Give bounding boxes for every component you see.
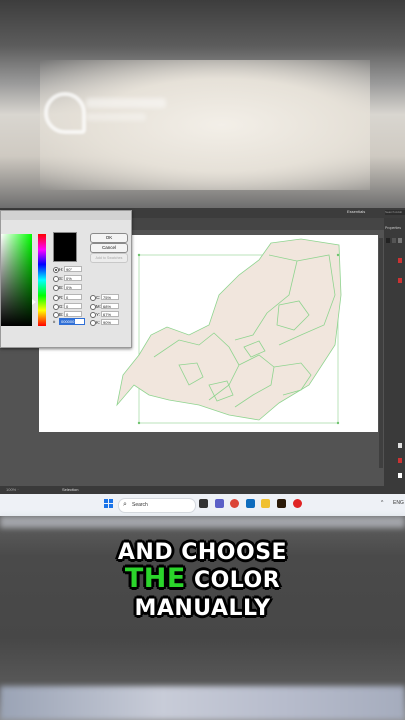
panel-icon[interactable] bbox=[392, 238, 396, 243]
hex-value: 000000 bbox=[60, 319, 76, 324]
windows-taskbar: ⌕ Search ^ ENG bbox=[0, 494, 405, 516]
windows-start-icon[interactable] bbox=[104, 499, 114, 509]
caption-line-2-rest: COLOR bbox=[193, 568, 281, 593]
swatch-icon[interactable] bbox=[398, 278, 402, 283]
blue-input[interactable]: 0 bbox=[64, 311, 82, 317]
hue-marker-icon[interactable] bbox=[32, 299, 36, 305]
blurred-logo-text bbox=[86, 98, 166, 108]
language-indicator[interactable]: ENG bbox=[393, 500, 404, 506]
blurred-logo bbox=[44, 92, 86, 134]
task-view-icon[interactable] bbox=[199, 499, 208, 508]
caption-line-1: AND CHOOSE bbox=[117, 540, 288, 565]
field-label: G: bbox=[59, 304, 64, 309]
dialog-title-bar[interactable] bbox=[1, 211, 131, 220]
field-label: B: bbox=[59, 312, 64, 317]
blurred-logo-text-2 bbox=[86, 113, 146, 121]
caption-highlight: THE bbox=[124, 563, 186, 594]
tray-overflow-icon[interactable]: ^ bbox=[381, 500, 383, 506]
illustrator-icon[interactable] bbox=[277, 499, 286, 508]
hue-input[interactable]: 90° bbox=[64, 266, 82, 272]
black-input[interactable]: 90% bbox=[101, 319, 119, 325]
stock-search-input[interactable]: Search Adob bbox=[385, 210, 405, 215]
color-field[interactable] bbox=[1, 234, 32, 326]
field-label: B: bbox=[59, 285, 64, 290]
cyan-input[interactable]: 75% bbox=[101, 294, 119, 300]
swatch-icon[interactable] bbox=[398, 443, 402, 448]
taskbar-search-placeholder: Search bbox=[132, 502, 148, 508]
app-icon[interactable] bbox=[293, 499, 302, 508]
field-label: H: bbox=[59, 267, 64, 272]
blurred-glow bbox=[40, 60, 370, 190]
field-label: C: bbox=[96, 295, 101, 300]
blurred-top-background bbox=[0, 0, 405, 208]
yellow-input[interactable]: 67% bbox=[101, 311, 119, 317]
search-icon: ⌕ bbox=[123, 501, 127, 508]
caption-line-3: MANUALLY bbox=[134, 596, 271, 621]
properties-panel: Properties bbox=[384, 218, 405, 494]
brightness-input[interactable]: 0% bbox=[64, 284, 82, 290]
vertical-scrollbar[interactable] bbox=[379, 238, 383, 468]
magenta-input[interactable]: 68% bbox=[101, 303, 119, 309]
swatch-icon[interactable] bbox=[398, 473, 402, 478]
blurred-taskbar bbox=[0, 516, 405, 528]
map-shape-outline bbox=[116, 238, 342, 421]
panel-icon[interactable] bbox=[398, 238, 402, 243]
teams-icon[interactable] bbox=[215, 499, 224, 508]
file-explorer-icon[interactable] bbox=[261, 499, 270, 508]
chrome-icon[interactable] bbox=[230, 499, 239, 508]
status-tool-label: Selection bbox=[62, 487, 79, 492]
hue-slider[interactable] bbox=[38, 234, 46, 326]
swatch-icon[interactable] bbox=[398, 258, 402, 263]
color-picker-dialog: OK Cancel Add to Swatches H: 90° S: 0% B… bbox=[0, 210, 132, 348]
edge-icon[interactable] bbox=[246, 499, 255, 508]
field-label: K: bbox=[96, 320, 101, 325]
workspace-switcher[interactable]: Essentials bbox=[347, 209, 365, 214]
green-input[interactable]: 0 bbox=[64, 303, 82, 309]
zoom-readout: 100% · bbox=[6, 487, 19, 492]
ok-button[interactable]: OK bbox=[90, 233, 128, 243]
cancel-button[interactable]: Cancel bbox=[90, 243, 128, 253]
caption-line-2: THE COLOR bbox=[0, 563, 405, 594]
taskbar-search-input[interactable]: ⌕ Search bbox=[118, 498, 196, 513]
field-label: Y: bbox=[96, 312, 100, 317]
saturation-input[interactable]: 0% bbox=[64, 275, 82, 281]
panel-icon[interactable] bbox=[386, 238, 390, 243]
hex-input[interactable]: 000000 bbox=[59, 318, 85, 325]
blurred-bottom-strip bbox=[0, 686, 405, 720]
red-input[interactable]: 0 bbox=[64, 294, 82, 300]
field-label: S: bbox=[59, 276, 64, 281]
field-label: R: bbox=[59, 295, 64, 300]
add-to-swatches-button[interactable]: Add to Swatches bbox=[90, 253, 128, 263]
current-color-swatch bbox=[53, 232, 77, 262]
properties-panel-title: Properties bbox=[385, 226, 401, 230]
hex-label: # bbox=[53, 319, 56, 324]
swatch-icon[interactable] bbox=[398, 458, 402, 463]
status-bar: 100% · Selection bbox=[0, 486, 405, 494]
